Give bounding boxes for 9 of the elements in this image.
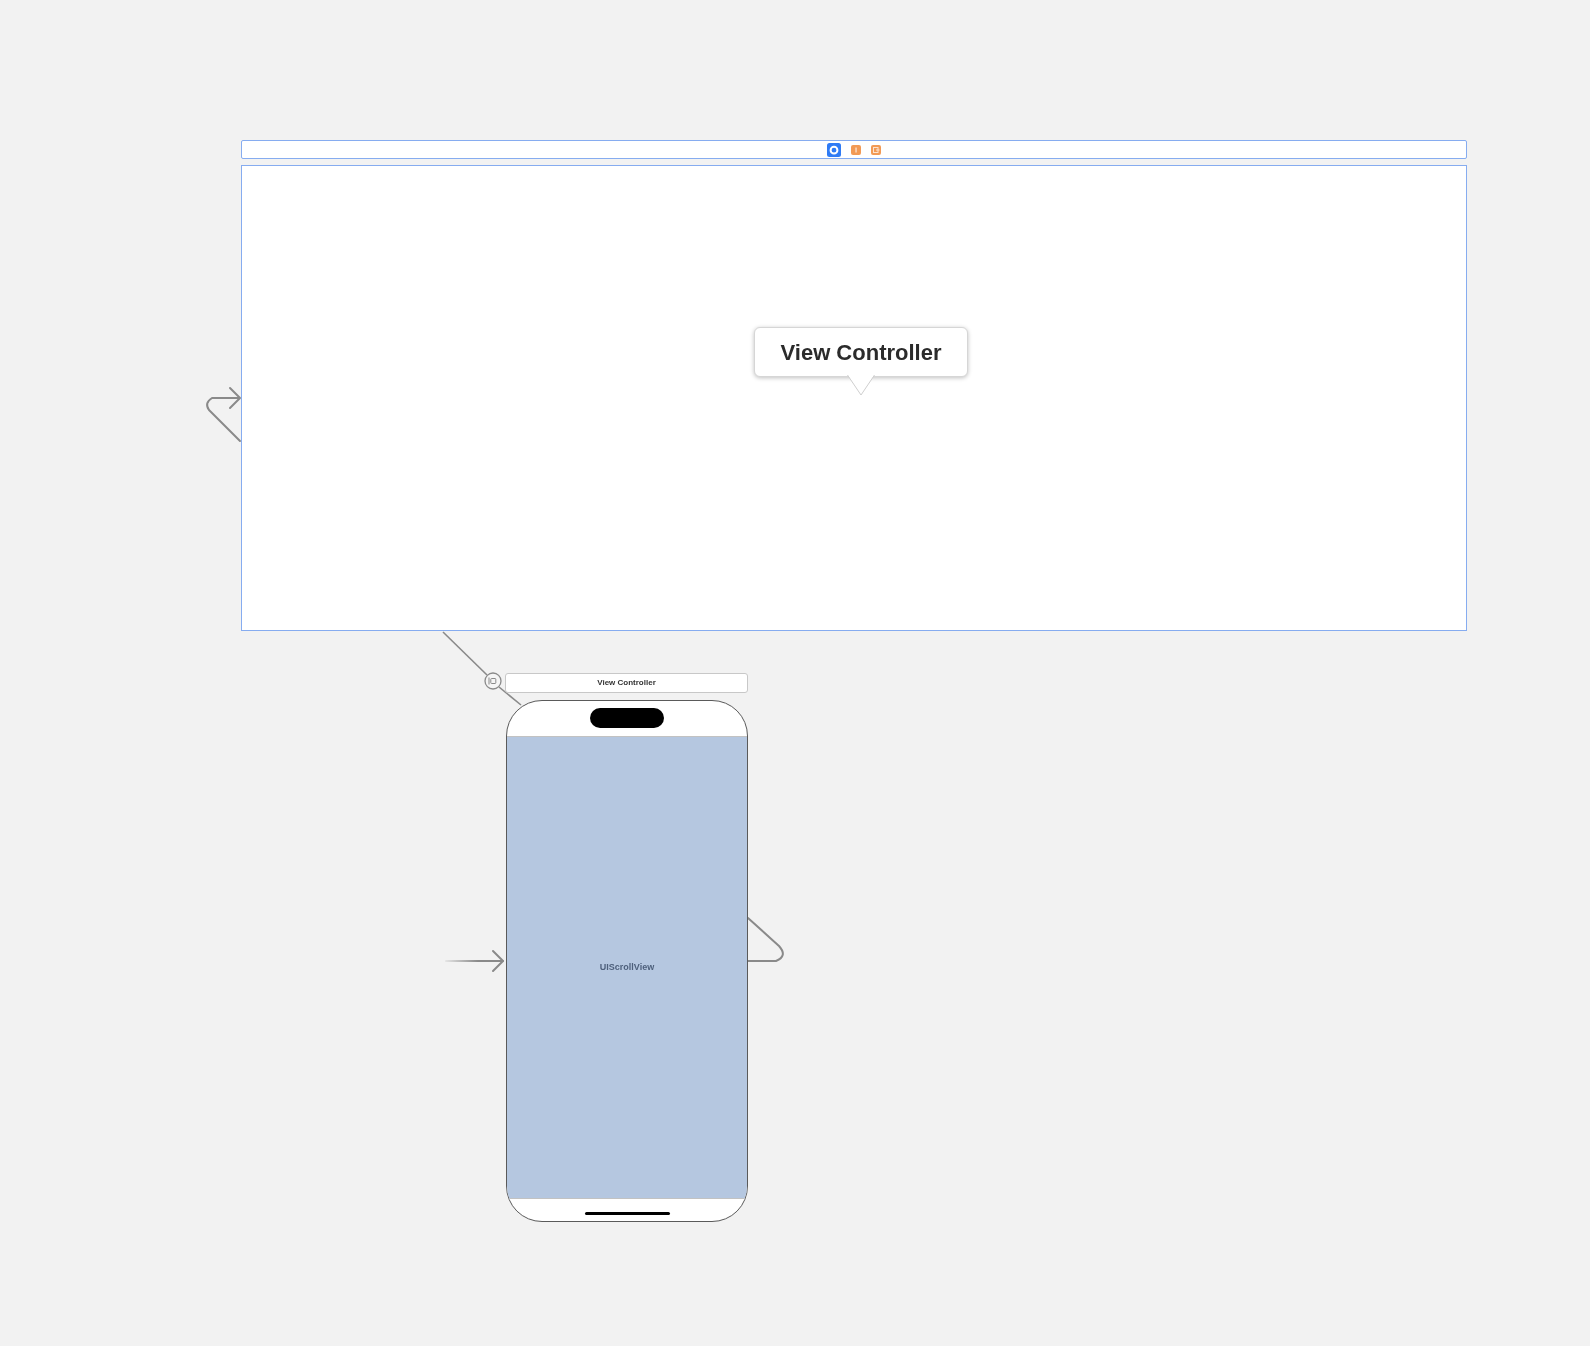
arrow-tile-icon[interactable] — [871, 144, 881, 155]
ring-tile-icon[interactable] — [827, 142, 841, 157]
loop-arrow — [206, 387, 241, 442]
entry-arrow — [445, 950, 504, 972]
tooltip-pointer-icon — [847, 374, 875, 397]
loop-line — [747, 917, 784, 962]
numeral-tile-icon[interactable] — [851, 144, 861, 155]
scroll-view-label: UIScrollView — [599, 960, 655, 974]
scene-title-bar[interactable]: View Controller — [505, 673, 748, 693]
